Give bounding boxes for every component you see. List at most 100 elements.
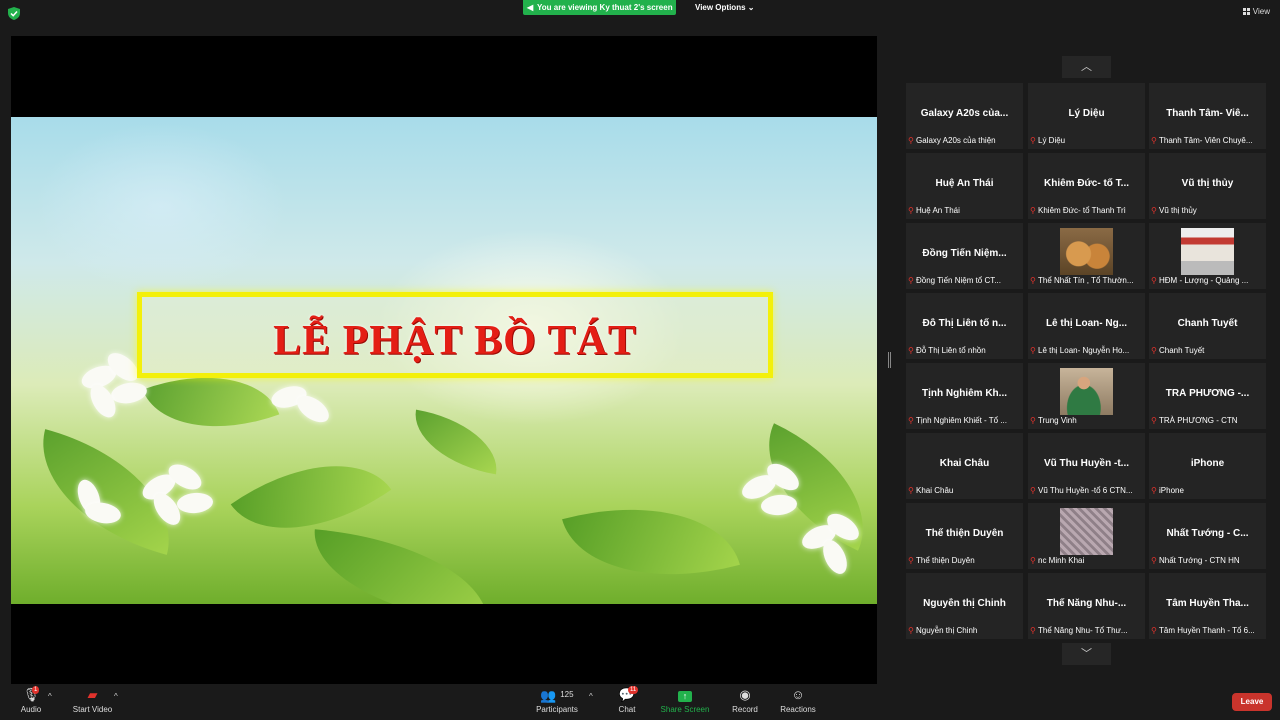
participant-caption: ⚲ Tịnh Nghiêm Khiết - Tổ ... xyxy=(908,415,1021,427)
record-icon: ◉ xyxy=(739,687,751,702)
grid-icon xyxy=(1242,8,1250,15)
slide-title-banner: LỄ PHẬT BỒ TÁT xyxy=(137,292,773,378)
leaf-decoration xyxy=(407,409,505,475)
participant-caption-text: Nguyễn thị Chinh xyxy=(916,626,978,635)
viewing-label: You are viewing Ky thuat 2's screen xyxy=(537,3,673,12)
participants-label: Participants xyxy=(536,705,578,714)
participant-tile[interactable]: Chanh Tuyết ⚲ Chanh Tuyết xyxy=(1149,293,1266,359)
participant-tile[interactable]: Galaxy A20s của... ⚲ Galaxy A20s của thiện xyxy=(906,83,1023,149)
participant-tile[interactable]: Nguyễn thị Chinh ⚲ Nguyễn thị Chinh xyxy=(906,573,1023,639)
participant-caption: ⚲ TRÀ PHƯƠNG - CTN xyxy=(1151,415,1264,427)
participant-tile[interactable]: Lê thị Loan- Ng... ⚲ Lê thị Loan- Nguyễn H… xyxy=(1028,293,1145,359)
participant-caption-text: Khai Châu xyxy=(916,486,954,495)
gallery-down-button[interactable]: ﹀ xyxy=(1062,643,1111,665)
view-options-button[interactable]: View Options ⌄ xyxy=(689,0,760,15)
participant-caption: ⚲ Lý Diệu xyxy=(1030,135,1143,147)
participant-display-name: Khai Châu xyxy=(939,458,990,469)
chat-icon: 💬 11 xyxy=(618,686,639,702)
audio-label: Audio xyxy=(20,705,42,714)
participant-caption: ⚲ Thể Nhất Tín , Tổ Thườn... xyxy=(1030,275,1143,287)
participant-caption-text: Thể thiện Duyên xyxy=(916,556,975,565)
chevron-up-icon: ︿ xyxy=(1081,61,1092,73)
reactions-button[interactable]: ☺ Reactions xyxy=(779,686,817,714)
gallery-up-button[interactable]: ︿ xyxy=(1062,56,1111,78)
participant-display-name: Tâm Huyền Tha... xyxy=(1166,598,1249,609)
participant-tile[interactable]: Tâm Huyền Tha... ⚲ Tâm Huyền Thanh - Tổ 6.… xyxy=(1149,573,1266,639)
participant-display-name: Vũ Thu Huyền -t... xyxy=(1044,458,1129,469)
participant-tile[interactable]: Thể thiện Duyên ⚲ Thể thiện Duyên xyxy=(906,503,1023,569)
participant-caption: ⚲ Thể Năng Nhu- Tổ Thư... xyxy=(1030,625,1143,637)
participant-caption-text: Trung Vinh xyxy=(1038,416,1077,425)
participant-tile[interactable]: Vũ thị thủy ⚲ Vũ thị thủy xyxy=(1149,153,1266,219)
participant-tile[interactable]: Đồng Tiến Niệm... ⚲ Đồng Tiến Niệm tổ CT..… xyxy=(906,223,1023,289)
participant-tile[interactable]: Thể Năng Nhu-... ⚲ Thể Năng Nhu- Tổ Thư... xyxy=(1028,573,1145,639)
participant-tile[interactable]: Huệ An Thái ⚲ Huệ An Thái xyxy=(906,153,1023,219)
participant-display-name: Chanh Tuyết xyxy=(1177,318,1238,329)
participant-tile[interactable]: ⚲ HĐM - Lượng - Quảng ... xyxy=(1149,223,1266,289)
participant-tile[interactable]: Tịnh Nghiêm Kh... ⚲ Tịnh Nghiêm Khiết - Tổ… xyxy=(906,363,1023,429)
participant-tile[interactable]: Khiêm Đức- tổ T... ⚲ Khiêm Đức- tổ Thanh T… xyxy=(1028,153,1145,219)
participant-caption: ⚲ Nguyễn thị Chinh xyxy=(908,625,1021,637)
participant-tile[interactable]: Đỗ Thị Liên tổ n... ⚲ Đỗ Thị Liên tổ nhồn xyxy=(906,293,1023,359)
share-screen-label: Share Screen xyxy=(660,705,710,714)
participant-caption-text: Tịnh Nghiêm Khiết - Tổ ... xyxy=(916,416,1007,425)
participant-display-name: Lý Diệu xyxy=(1068,108,1105,119)
muted-mic-icon: ⚲ xyxy=(908,416,914,425)
participant-display-name: Galaxy A20s của... xyxy=(920,108,1009,119)
participant-caption-text: Lê thị Loan- Nguyễn Ho... xyxy=(1038,346,1130,355)
share-screen-button[interactable]: ↑ Share Screen xyxy=(660,686,710,714)
participant-display-name: Nhất Tướng - C... xyxy=(1166,528,1249,539)
muted-mic-icon: ⚲ xyxy=(908,626,914,635)
start-video-button[interactable]: ▰ Start Video xyxy=(70,686,115,714)
participant-caption-text: nc Minh Khai xyxy=(1038,556,1085,565)
participant-tile[interactable]: Thanh Tâm- Viê... ⚲ Thanh Tâm- Viên Chuyê.… xyxy=(1149,83,1266,149)
panel-resize-handle[interactable] xyxy=(888,352,891,368)
audio-button[interactable]: 🎙 1 Audio xyxy=(18,686,44,714)
participant-caption: ⚲ Galaxy A20s của thiện xyxy=(908,135,1021,147)
participant-tile[interactable]: ⚲ nc Minh Khai xyxy=(1028,503,1145,569)
participant-display-name: TRÀ PHƯƠNG -... xyxy=(1165,388,1250,399)
slide-title: LỄ PHẬT BỒ TÁT xyxy=(273,318,637,364)
participant-display-name: Huệ An Thái xyxy=(935,178,994,189)
leave-button[interactable]: Leave xyxy=(1232,693,1272,711)
participant-video-thumbnail xyxy=(1060,508,1113,555)
participant-tile[interactable]: ⚲ Thể Nhất Tín , Tổ Thườn... xyxy=(1028,223,1145,289)
participants-options-caret-icon[interactable]: ^ xyxy=(589,692,593,701)
participant-caption-text: Thể Nhất Tín , Tổ Thườn... xyxy=(1038,276,1134,285)
participant-display-name: Khiêm Đức- tổ T... xyxy=(1043,178,1130,189)
audio-badge: 1 xyxy=(32,686,40,694)
participant-tile[interactable]: Khai Châu ⚲ Khai Châu xyxy=(906,433,1023,499)
muted-mic-icon: ⚲ xyxy=(908,136,914,145)
muted-mic-icon: ⚲ xyxy=(1030,556,1036,565)
participants-button[interactable]: 👥 125 Participants xyxy=(534,686,580,714)
participant-caption: ⚲ nc Minh Khai xyxy=(1030,555,1143,567)
record-button[interactable]: ◉ Record xyxy=(730,686,760,714)
participant-caption: ⚲ Đỗ Thị Liên tổ nhồn xyxy=(908,345,1021,357)
participant-display-name: Lê thị Loan- Ng... xyxy=(1045,318,1128,329)
video-options-caret-icon[interactable]: ^ xyxy=(114,692,118,701)
viewing-screen-banner: ◀ You are viewing Ky thuat 2's screen xyxy=(523,0,676,15)
participant-caption: ⚲ Nhất Tướng - CTN HN xyxy=(1151,555,1264,567)
audio-options-caret-icon[interactable]: ^ xyxy=(48,692,52,701)
participant-caption-text: Thể Năng Nhu- Tổ Thư... xyxy=(1038,626,1128,635)
participant-display-name: Nguyễn thị Chinh xyxy=(923,598,1006,609)
muted-mic-icon: ⚲ xyxy=(1151,416,1157,425)
start-video-label: Start Video xyxy=(72,705,113,714)
participant-caption-text: Đỗ Thị Liên tổ nhồn xyxy=(916,346,986,355)
shield-icon[interactable] xyxy=(8,7,20,20)
participant-display-name: Vũ thị thủy xyxy=(1181,178,1234,189)
participant-caption: ⚲ Khai Châu xyxy=(908,485,1021,497)
participant-tile[interactable]: Lý Diệu ⚲ Lý Diệu xyxy=(1028,83,1145,149)
participant-video-thumbnail xyxy=(1181,228,1234,275)
view-button[interactable]: View xyxy=(1242,7,1270,16)
muted-mic-icon: ⚲ xyxy=(1151,626,1157,635)
participant-display-name: Thanh Tâm- Viê... xyxy=(1166,108,1249,119)
chat-badge: 11 xyxy=(628,686,639,694)
participant-tile[interactable]: iPhone ⚲ iPhone xyxy=(1149,433,1266,499)
participant-tile[interactable]: Nhất Tướng - C... ⚲ Nhất Tướng - CTN HN xyxy=(1149,503,1266,569)
chat-button[interactable]: 💬 11 Chat xyxy=(614,686,640,714)
participant-caption: ⚲ Vũ Thu Huyền -tổ 6 CTN... xyxy=(1030,485,1143,497)
participant-tile[interactable]: TRÀ PHƯƠNG -... ⚲ TRÀ PHƯƠNG - CTN xyxy=(1149,363,1266,429)
participant-tile[interactable]: ⚲ Trung Vinh xyxy=(1028,363,1145,429)
participant-tile[interactable]: Vũ Thu Huyền -t... ⚲ Vũ Thu Huyền -tổ 6 CT… xyxy=(1028,433,1145,499)
